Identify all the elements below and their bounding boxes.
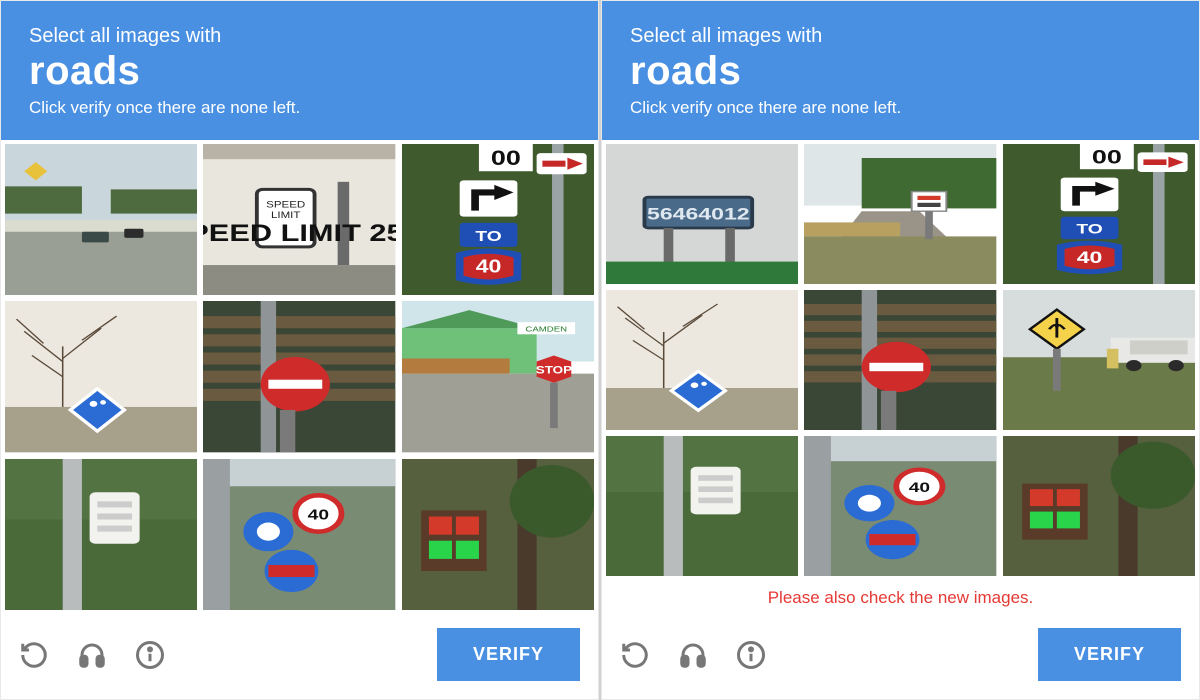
svg-text:40: 40 (909, 480, 930, 496)
captcha-footer: VERIFY (1, 614, 598, 699)
header-instruction-line3: Click verify once there are none left. (29, 98, 570, 118)
header-instruction-line1: Select all images with (29, 25, 570, 48)
captcha-tile-2[interactable]: 00 TO 40 (402, 144, 594, 295)
captcha-tile-6[interactable] (606, 436, 798, 576)
svg-text:SPEED: SPEED (266, 201, 305, 211)
svg-text:TO: TO (475, 227, 501, 244)
error-message: Please also check the new images. (602, 580, 1199, 614)
captcha-tile-3[interactable] (5, 301, 197, 452)
captcha-tile-5[interactable] (1003, 290, 1195, 430)
svg-text:40: 40 (1076, 249, 1102, 267)
reload-icon[interactable] (620, 640, 650, 670)
header-target-word: roads (630, 50, 1171, 92)
captcha-tile-1[interactable]: SPEED LIMIT SPEED LIMIT 25 (203, 144, 395, 295)
svg-text:TO: TO (1076, 221, 1102, 237)
captcha-tile-4[interactable] (804, 290, 996, 430)
svg-text:56464012: 56464012 (647, 205, 750, 223)
verify-button[interactable]: VERIFY (437, 628, 580, 681)
reload-icon[interactable] (19, 640, 49, 670)
captcha-tile-7[interactable]: 40 (804, 436, 996, 576)
header-instruction-line1: Select all images with (630, 25, 1171, 48)
captcha-tile-0[interactable] (5, 144, 197, 295)
audio-icon[interactable] (678, 640, 708, 670)
captcha-tile-0[interactable]: 56464012 (606, 144, 798, 284)
verify-button[interactable]: VERIFY (1038, 628, 1181, 681)
svg-text:STOP: STOP (535, 364, 571, 376)
audio-icon[interactable] (77, 640, 107, 670)
captcha-tile-1[interactable] (804, 144, 996, 284)
sign-text: SPEED LIMIT 25 (203, 219, 395, 246)
captcha-header: Select all images with roads Click verif… (602, 1, 1199, 140)
svg-text:CAMDEN: CAMDEN (525, 325, 567, 334)
svg-text:00: 00 (491, 147, 521, 171)
image-grid: SPEED LIMIT SPEED LIMIT 25 00 TO (1, 140, 598, 614)
captcha-tile-7[interactable]: 40 (203, 459, 395, 610)
captcha-footer: VERIFY (602, 614, 1199, 699)
info-icon[interactable] (135, 640, 165, 670)
captcha-tile-2[interactable]: 00 TO 40 (1003, 144, 1195, 284)
header-instruction-line3: Click verify once there are none left. (630, 98, 1171, 118)
captcha-panel-right: Select all images with roads Click verif… (601, 0, 1200, 700)
header-target-word: roads (29, 50, 570, 92)
captcha-tile-6[interactable] (5, 459, 197, 610)
svg-text:40: 40 (475, 257, 501, 277)
captcha-tile-5[interactable]: CAMDEN STOP (402, 301, 594, 452)
captcha-tile-4[interactable] (203, 301, 395, 452)
image-grid: 56464012 (602, 140, 1199, 580)
captcha-tile-8[interactable] (1003, 436, 1195, 576)
info-icon[interactable] (736, 640, 766, 670)
captcha-tile-8[interactable] (402, 459, 594, 610)
captcha-tile-3[interactable] (606, 290, 798, 430)
svg-text:00: 00 (1092, 146, 1122, 168)
captcha-header: Select all images with roads Click verif… (1, 1, 598, 140)
svg-text:40: 40 (308, 505, 329, 522)
captcha-panel-left: Select all images with roads Click verif… (0, 0, 599, 700)
